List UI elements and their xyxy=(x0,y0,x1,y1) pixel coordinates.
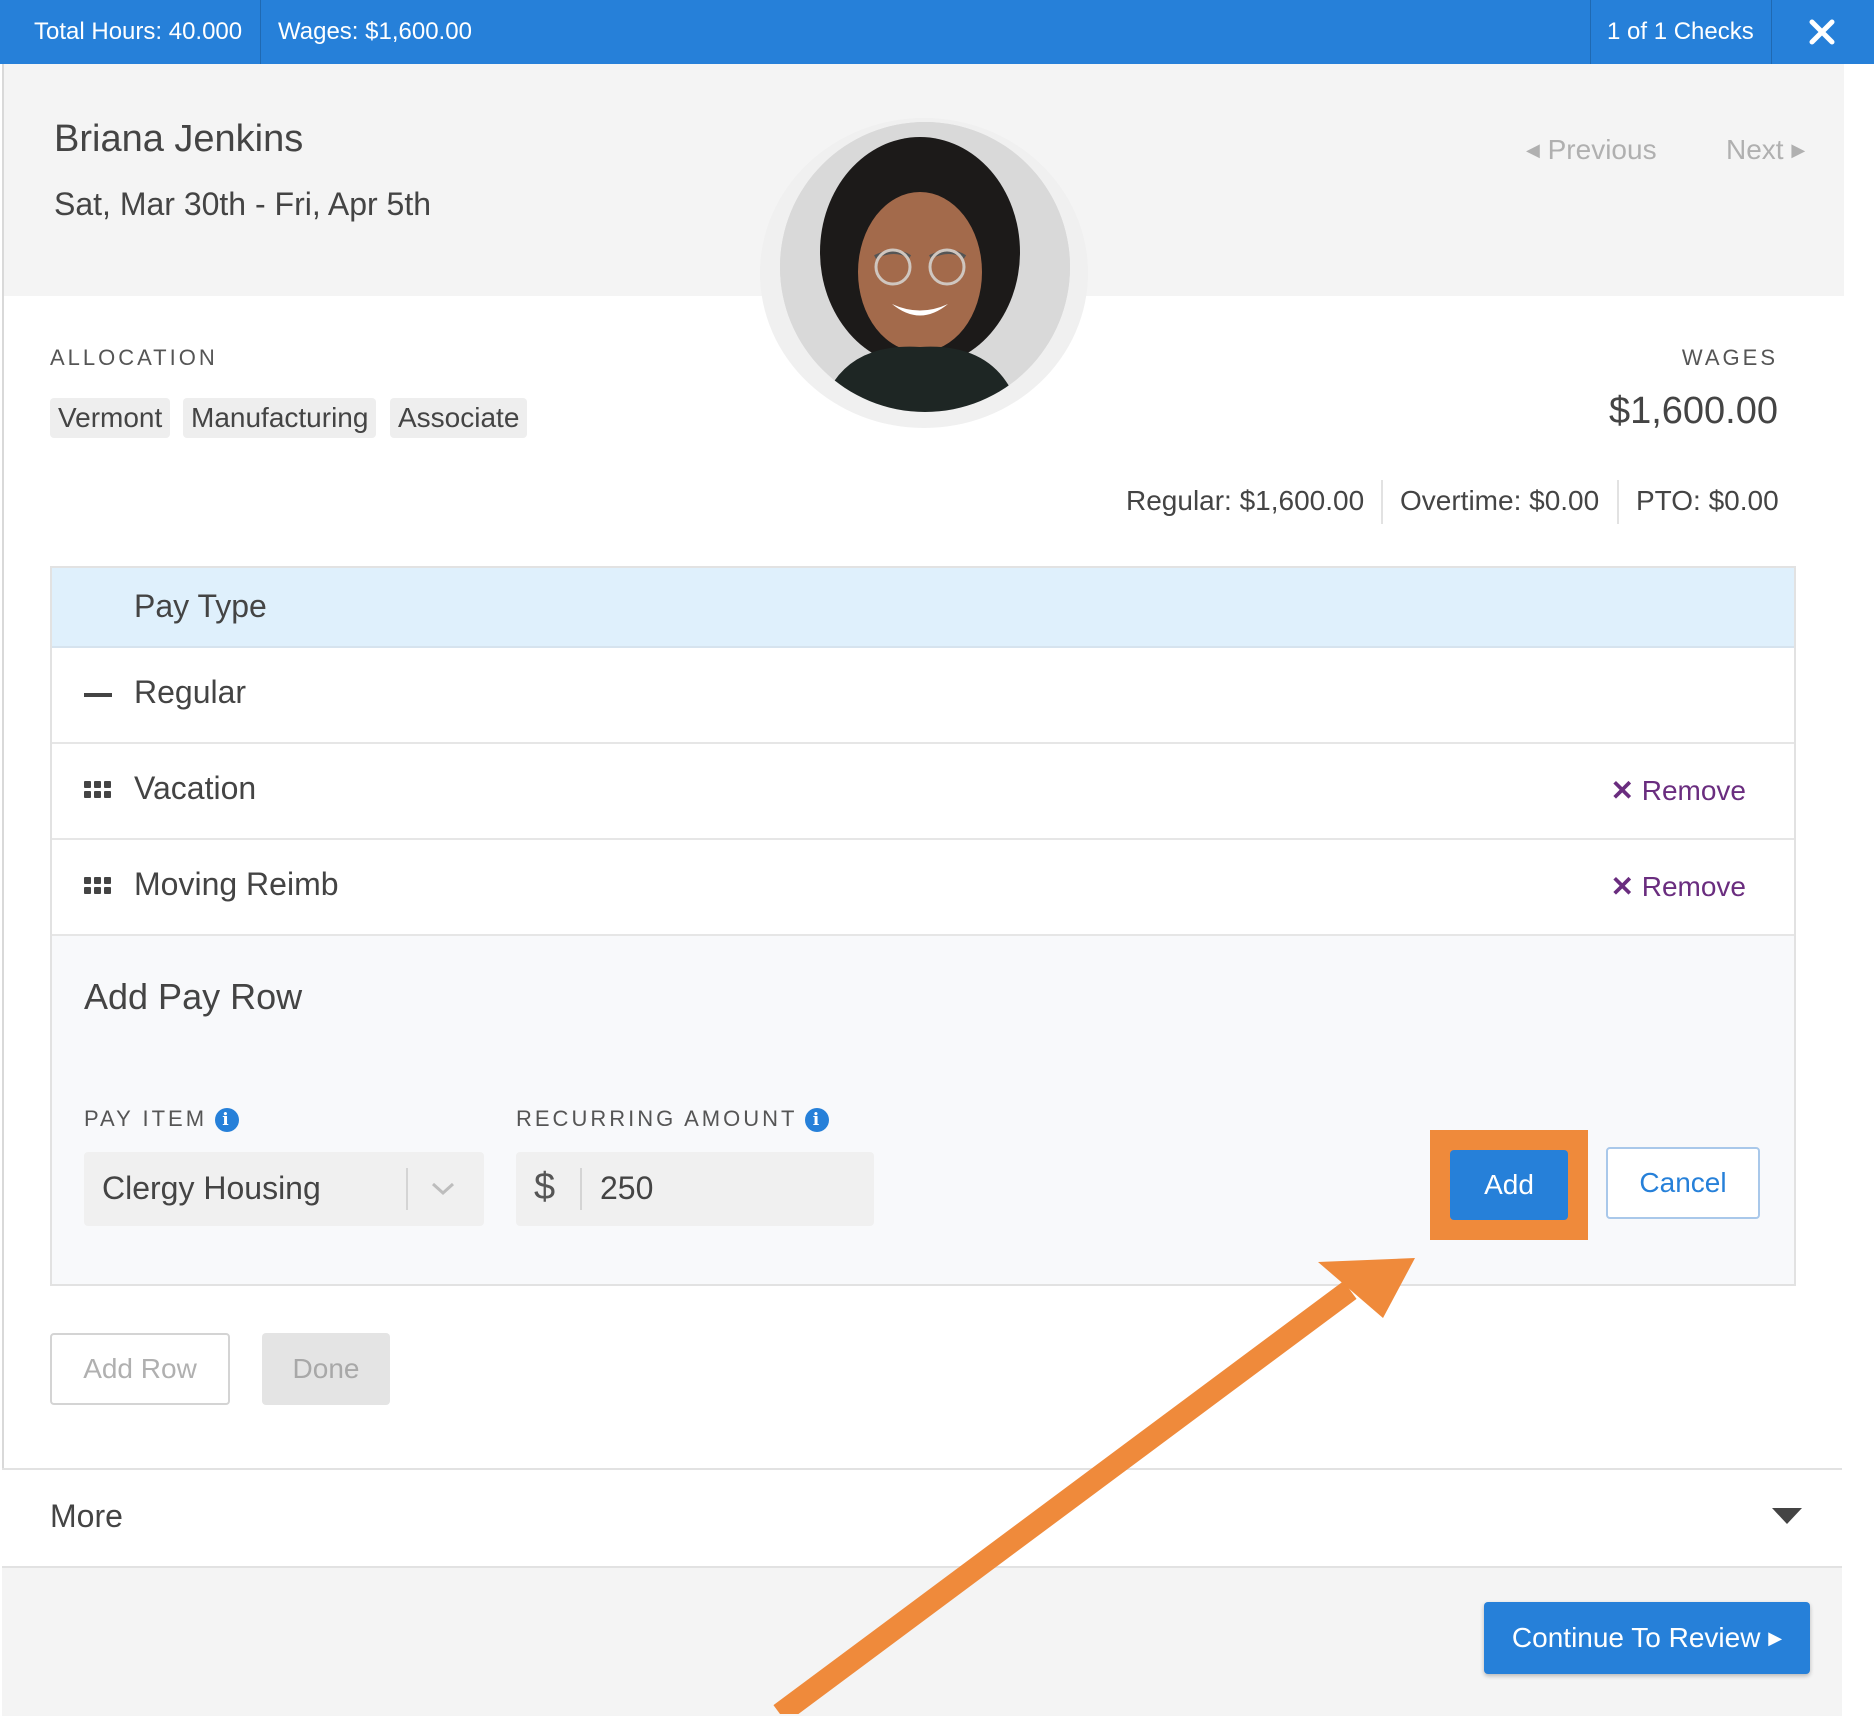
annotation-arrow xyxy=(773,1258,1415,1714)
